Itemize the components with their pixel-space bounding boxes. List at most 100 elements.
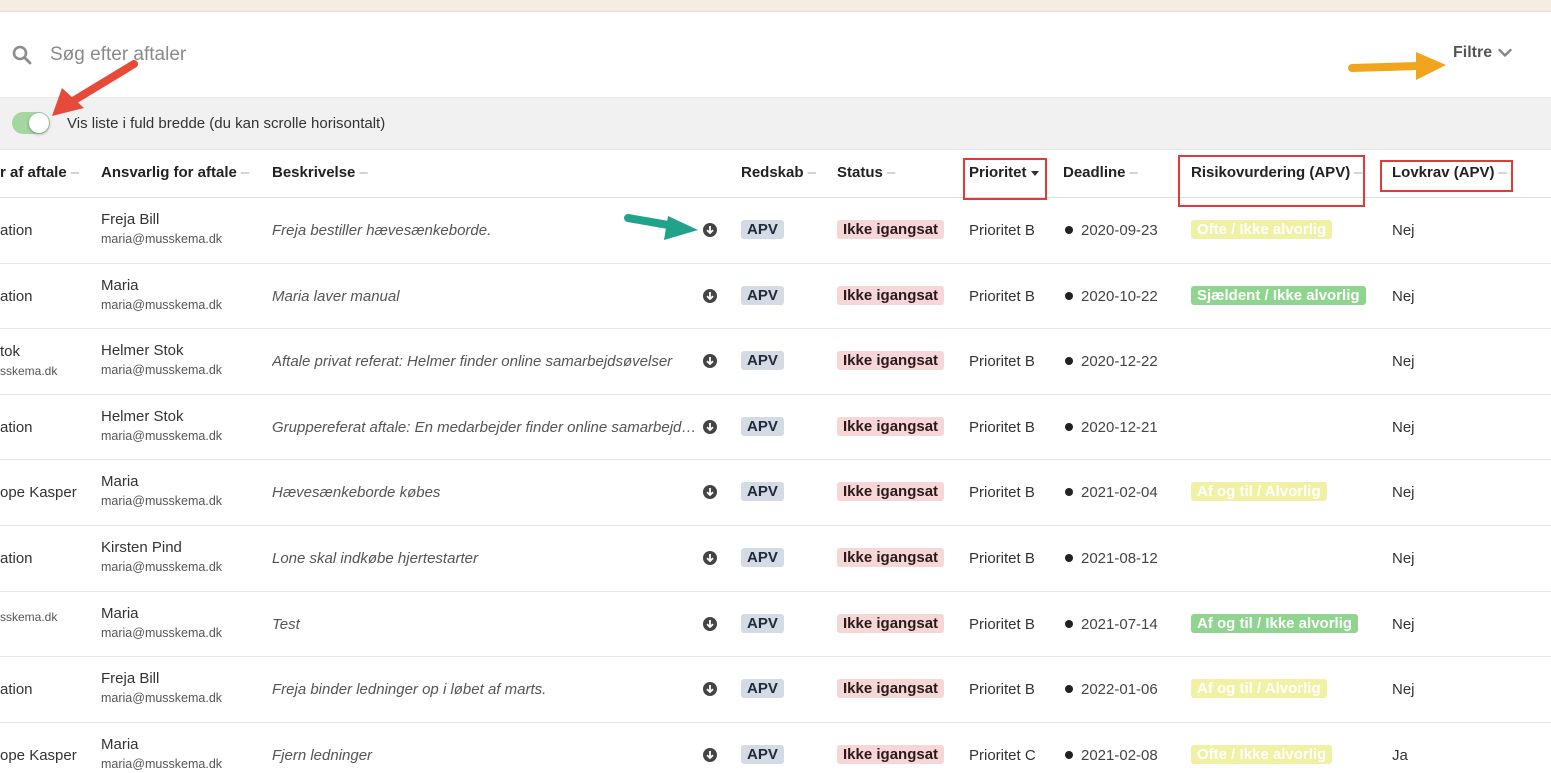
owner-cell: ation — [0, 222, 95, 239]
deadline-dot-icon — [1065, 619, 1073, 628]
deadline-cell: 2021-07-14 — [1065, 616, 1158, 633]
col-header-responsible-label: Ansvarlig for aftale — [101, 164, 237, 181]
col-header-deadline[interactable]: Deadline – — [1063, 164, 1138, 181]
filter-button[interactable]: Filtre — [1453, 44, 1512, 62]
expand-row-icon[interactable] — [702, 747, 718, 763]
col-header-description[interactable]: Beskrivelse – — [272, 164, 368, 181]
status-badge: Ikke igangsat — [837, 416, 945, 436]
tool-cell: APV — [741, 547, 784, 567]
risk-cell: Sjældent / Ikke alvorlig — [1191, 285, 1366, 305]
filter-label: Filtre — [1453, 44, 1493, 61]
table-row[interactable]: ation Freja Bill maria@musskema.dk Freja be… — [0, 198, 1551, 264]
status-cell: Ikke igangsat — [837, 744, 945, 764]
tool-badge: APV — [741, 613, 784, 633]
law-cell: Nej — [1392, 549, 1415, 567]
status-badge: Ikke igangsat — [837, 547, 945, 567]
description-cell: Test — [272, 615, 300, 633]
table-row[interactable]: ation Maria maria@musskema.dk Maria laver m… — [0, 263, 1551, 330]
responsible-name: Freja Bill — [101, 211, 160, 228]
deadline-dot-icon — [1065, 750, 1073, 759]
responsible-name: Helmer Stok — [101, 407, 184, 425]
status-cell: Ikke igangsat — [837, 482, 945, 502]
table-row[interactable]: ation Helmer Stok maria@musskema.dk Grupper… — [0, 394, 1551, 461]
table-row[interactable]: tok sskema.dk Helmer Stok maria@musskema.dk… — [0, 329, 1551, 395]
tool-badge: APV — [741, 482, 784, 502]
status-badge: Ikke igangsat — [837, 482, 945, 502]
deadline-date: 2021-08-12 — [1081, 549, 1158, 567]
risk-cell: Ofte / Ikke alvorlig — [1191, 744, 1333, 764]
search-input[interactable] — [50, 40, 650, 70]
tool-cell: APV — [741, 482, 784, 502]
owner-cell: ation — [0, 550, 95, 567]
owner-name: ation — [0, 549, 33, 567]
status-cell: Ikke igangsat — [837, 285, 945, 305]
col-header-description-label: Beskrivelse — [272, 164, 356, 181]
owner-name: ation — [0, 681, 33, 699]
description-cell: Hævesænkeborde købes — [272, 484, 441, 502]
responsible-email: maria@musskema.dk — [101, 297, 223, 312]
highlight-box-priority — [963, 158, 1047, 200]
col-header-status[interactable]: Status – — [837, 164, 895, 181]
expand-row-icon[interactable] — [702, 288, 718, 304]
responsible-cell: Freja Bill maria@musskema.dk — [101, 211, 266, 246]
col-header-owner-label: r af aftale — [0, 164, 67, 181]
sort-indicator: – — [886, 164, 896, 181]
deadline-cell: 2020-12-21 — [1065, 419, 1158, 436]
table-row[interactable]: ope Kasper Maria maria@musskema.dk Fjern le… — [0, 722, 1551, 773]
search-bar: Filtre — [0, 12, 1551, 98]
tool-badge: APV — [741, 547, 784, 567]
col-header-tool[interactable]: Redskab – — [741, 164, 816, 181]
owner-name: tok — [0, 343, 21, 361]
col-header-responsible[interactable]: Ansvarlig for aftale – — [101, 164, 249, 181]
deadline-dot-icon — [1065, 554, 1073, 562]
table-row[interactable]: sskema.dk Maria maria@musskema.dk Test APV Ik… — [0, 591, 1551, 658]
owner-email: sskema.dk — [0, 364, 58, 379]
owner-name: ope Kasper — [0, 484, 77, 502]
status-badge: Ikke igangsat — [837, 285, 945, 305]
expand-row-icon[interactable] — [702, 484, 718, 500]
table-row[interactable]: ation Freja Bill maria@musskema.dk Freja bi… — [0, 657, 1551, 723]
expand-row-icon[interactable] — [702, 419, 718, 435]
responsible-email: maria@musskema.dk — [101, 559, 223, 574]
tool-badge: APV — [741, 285, 784, 305]
expand-row-icon[interactable] — [702, 550, 718, 566]
risk-badge: Af og til / Ikke alvorlig — [1191, 613, 1359, 633]
description-cell: Freja binder ledninger op i løbet af mar… — [272, 681, 547, 699]
responsible-name: Maria — [101, 604, 139, 622]
priority-cell: Prioritet B — [969, 222, 1035, 239]
responsible-name: Maria — [101, 473, 139, 491]
expand-row-icon[interactable] — [702, 681, 718, 697]
tool-cell: APV — [741, 285, 784, 305]
deadline-date: 2022-01-06 — [1081, 681, 1158, 699]
priority-cell: Prioritet B — [969, 418, 1035, 436]
owner-cell: ope Kasper — [0, 747, 95, 764]
responsible-cell: Maria maria@musskema.dk — [101, 277, 266, 312]
table-row[interactable]: ope Kasper Maria maria@musskema.dk Hævesænk… — [0, 460, 1551, 526]
owner-email: sskema.dk — [0, 609, 58, 624]
expand-row-icon[interactable] — [702, 222, 718, 238]
deadline-cell: 2021-02-08 — [1065, 747, 1158, 764]
status-badge: Ikke igangsat — [837, 613, 945, 633]
deadline-dot-icon — [1065, 291, 1073, 300]
col-header-status-label: Status — [837, 164, 883, 181]
owner-name: ope Kasper — [0, 746, 77, 764]
risk-cell: Af og til / Ikke alvorlig — [1191, 613, 1359, 633]
col-header-owner[interactable]: r af aftale – — [0, 164, 79, 181]
owner-name: ation — [0, 287, 33, 305]
table-row[interactable]: ation Kirsten Pind maria@musskema.dk Lone s… — [0, 525, 1551, 592]
deadline-date: 2021-02-04 — [1081, 484, 1158, 502]
fullwidth-toggle[interactable] — [12, 112, 50, 134]
highlight-box-risk — [1178, 155, 1365, 207]
expand-row-icon[interactable] — [702, 616, 718, 632]
expand-row-icon[interactable] — [702, 353, 718, 369]
owner-cell: sskema.dk — [0, 606, 95, 624]
status-badge: Ikke igangsat — [837, 220, 945, 239]
tool-badge: APV — [741, 679, 784, 699]
law-cell: Nej — [1392, 484, 1415, 502]
risk-cell: Af og til / Alvorlig — [1191, 482, 1327, 502]
law-cell: Ja — [1392, 746, 1408, 764]
deadline-dot-icon — [1065, 422, 1073, 431]
status-cell: Ikke igangsat — [837, 351, 945, 371]
owner-cell: ation — [0, 419, 95, 436]
agreements-table: r af aftale – Ansvarlig for aftale – Beskr… — [0, 150, 1551, 773]
